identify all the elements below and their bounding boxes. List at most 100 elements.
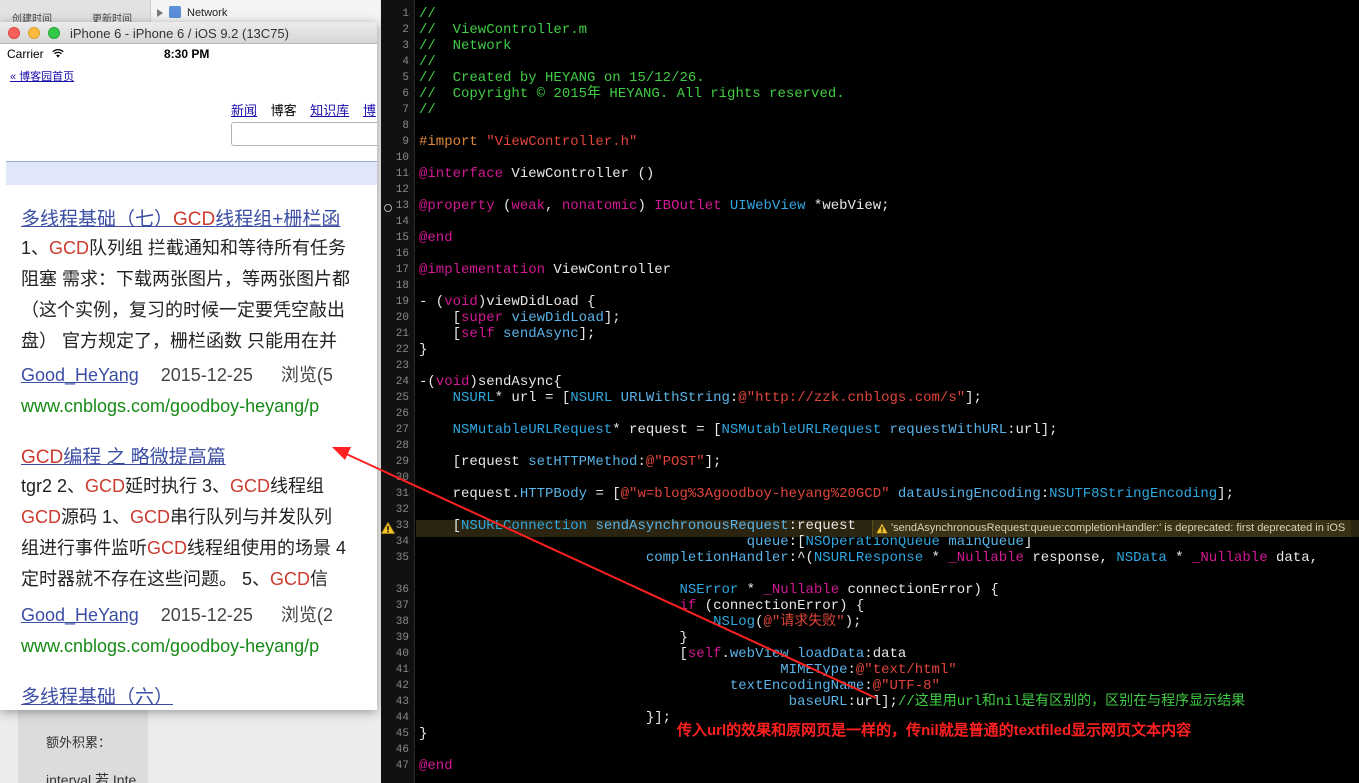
snippet-line: 定时器就不存在这些问题。 5、GCD信 [21, 565, 328, 591]
code-token: @implementation [419, 262, 554, 278]
code-token: baseURL [788, 694, 848, 710]
simulator-titlebar[interactable]: iPhone 6 - iPhone 6 / iOS 9.2 (13C75) [0, 22, 377, 44]
zoom-button[interactable] [48, 27, 60, 39]
code-line[interactable]: // Copyright © 2015年 HEYANG. All rights … [419, 86, 845, 102]
code-line[interactable]: NSLog(@"请求失败"); [419, 614, 861, 630]
line-number: 11 [395, 168, 409, 180]
line-number: 7 [402, 104, 409, 116]
code-line[interactable]: NSURL* url = [NSURL URLWithString:@"http… [419, 390, 982, 406]
code-token: request. [419, 486, 520, 502]
code-token: @end [419, 230, 453, 246]
view-count: 浏览(5 [280, 365, 333, 385]
title-highlight: GCD [173, 209, 216, 230]
code-token: NSURLConnection [461, 518, 596, 534]
disclosure-triangle-icon[interactable] [157, 9, 163, 17]
code-token: }]; [419, 710, 672, 726]
code-token: MIMEType [780, 662, 848, 678]
code-token: _Nullable [948, 550, 1033, 566]
code-token: [ [419, 646, 688, 662]
code-token: NSURL [452, 390, 495, 406]
code-line[interactable]: completionHandler:^(NSURLResponse * _Nul… [419, 550, 1318, 566]
snippet-line: 1、GCD队列组 拦截通知和等待所有任务 [21, 234, 346, 260]
code-editor[interactable]: 1 2 3 4 5 6 7 8 9 10 11 12 13 14 15 16 17 18 19 20 21 22 23 24 2… [381, 0, 1359, 783]
web-view[interactable]: « 博客园首页 新闻 博客 知识库 博 多线程基础（七）GCD线程组+栅栏函 1… [0, 64, 377, 710]
code-line[interactable]: if (connectionError) { [419, 598, 864, 614]
line-number: 20 [395, 312, 409, 324]
result-meta: Good_HeYang 2015-12-25 浏览(5 [21, 361, 333, 387]
line-number: 22 [395, 344, 409, 356]
code-line[interactable]: request.HTTPBody = [@"w=blog%3Agoodboy-h… [419, 486, 1234, 502]
code-line[interactable]: -(void)sendAsync{ [419, 374, 562, 390]
title-text: 多线程基础（六） [21, 687, 174, 708]
post-date: 2015-12-25 [160, 365, 253, 385]
line-number: 1 [402, 8, 409, 20]
search-input[interactable] [231, 122, 377, 146]
code-line[interactable]: @implementation ViewController [419, 262, 671, 278]
result-url: www.cnblogs.com/goodboy-heyang/p [21, 636, 320, 656]
code-line[interactable]: baseURL:url];//这里用url和nil是有区别的，区别在与程序显示结… [419, 694, 1245, 710]
snippet-highlight: GCD [21, 507, 61, 527]
line-number: 31 [395, 488, 409, 500]
code-line[interactable]: } [419, 726, 427, 742]
author-link[interactable]: Good_HeYang [21, 365, 139, 385]
code-token: textEncodingName [729, 678, 865, 694]
code-line[interactable]: [super viewDidLoad]; [419, 310, 621, 326]
code-line[interactable]: // [419, 54, 436, 70]
result-title[interactable]: 多线程基础（七）GCD线程组+栅栏函 [21, 204, 340, 231]
code-token: ViewController () [511, 166, 655, 182]
code-line[interactable]: }]; [419, 710, 671, 726]
code-token: : [864, 678, 873, 694]
nav-kb[interactable]: 知识库 [310, 103, 349, 118]
code-line[interactable]: NSError * _Nullable connectionError) { [419, 582, 998, 598]
code-line[interactable]: // [419, 6, 436, 22]
code-line[interactable]: // ViewController.m [419, 22, 587, 38]
code-line[interactable]: @interface ViewController () [419, 166, 654, 182]
nav-more[interactable]: 博 [363, 103, 376, 118]
home-link[interactable]: « 博客园首页 [10, 68, 74, 84]
code-line[interactable]: @end [419, 230, 453, 246]
code-token: NSURL [570, 390, 621, 406]
close-button[interactable] [8, 27, 20, 39]
code-line[interactable]: [self sendAsync]; [419, 326, 596, 342]
snippet-highlight: GCD [270, 569, 311, 589]
code-token: _Nullable [763, 582, 848, 598]
code-token: UIWebView [729, 198, 814, 214]
nav-news[interactable]: 新闻 [231, 103, 257, 118]
result-title[interactable]: GCD编程 之 略微提高篇 [21, 442, 226, 469]
code-line[interactable]: textEncodingName:@"UTF-8" [419, 678, 940, 694]
code-token: // [419, 6, 436, 22]
code-line[interactable]: #import "ViewController.h" [419, 134, 637, 150]
code-token: :request [788, 518, 856, 534]
code-line[interactable]: } [419, 342, 427, 358]
code-token: nonatomic [561, 198, 638, 214]
code-line[interactable]: MIMEType:@"text/html" [419, 662, 956, 678]
line-number: 15 [395, 232, 409, 244]
code-line[interactable]: } [419, 630, 687, 646]
code-token: "ViewController.h" [486, 134, 638, 150]
code-token: NSLog [713, 614, 756, 630]
author-link[interactable]: Good_HeYang [21, 605, 139, 625]
code-line[interactable]: // [419, 102, 436, 118]
code-line[interactable]: [self.webView loadData:data [419, 646, 906, 662]
code-line[interactable]: [NSURLConnection sendAsynchronousRequest… [419, 518, 856, 534]
code-line[interactable]: // Created by HEYANG on 15/12/26. [419, 70, 705, 86]
code-line[interactable]: NSMutableURLRequest* request = [NSMutabl… [419, 422, 1058, 438]
code-token: @"http://zzk.cnblogs.com/s" [738, 390, 966, 406]
code-token: dataUsingEncoding [897, 486, 1041, 502]
code-line[interactable]: // Network [419, 38, 511, 54]
code-line[interactable]: @property (weak, nonatomic) IBOutlet UIW… [419, 198, 890, 214]
code-line[interactable]: - (void)viewDidLoad { [419, 294, 595, 310]
snippet-line: tgr2 2、GCD延时执行 3、GCD线程组 [21, 472, 324, 498]
snippet-text: 源码 1、 [61, 507, 131, 527]
result-title[interactable]: 多线程基础（六） [21, 682, 173, 709]
code-token: )sendAsync{ [469, 374, 562, 390]
minimize-button[interactable] [28, 27, 40, 39]
title-text: 多线程基础（七） [21, 209, 174, 230]
code-line[interactable]: @end [419, 758, 453, 774]
deprecation-warning[interactable]: 'sendAsynchronousRequest:queue:completio… [872, 520, 1352, 537]
line-number: 24 [395, 376, 409, 388]
snippet-line: GCD源码 1、GCD串行队列与并发队列 [21, 503, 332, 529]
line-number: 13 [395, 200, 409, 212]
code-line[interactable]: [request setHTTPMethod:@"POST"]; [419, 454, 722, 470]
code-token: super [461, 310, 512, 326]
